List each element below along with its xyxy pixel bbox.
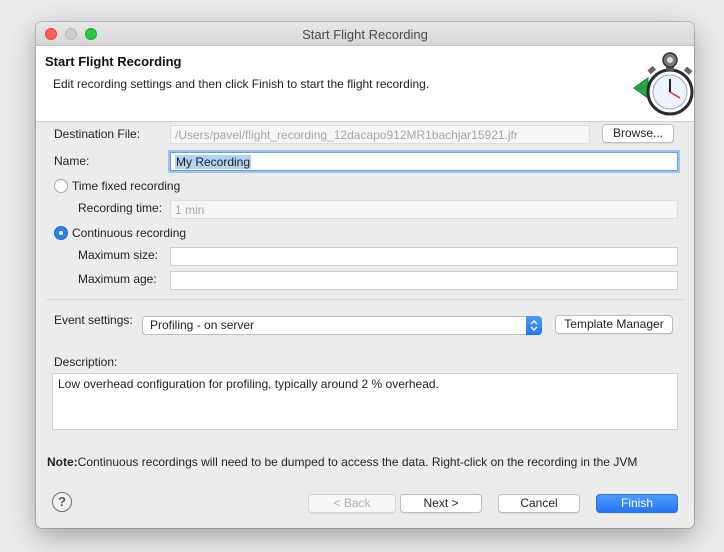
name-input[interactable]: My Recording — [170, 152, 678, 171]
stopwatch-recording-icon — [633, 52, 694, 116]
banner-title: Start Flight Recording — [45, 54, 182, 69]
continuous-recording-label[interactable]: Continuous recording — [72, 226, 186, 240]
maximum-size-input[interactable] — [170, 247, 678, 266]
title-bar: Start Flight Recording — [36, 22, 694, 46]
note-prefix: Note: — [47, 455, 78, 469]
note-text: Note:Continuous recordings will need to … — [47, 455, 637, 469]
recording-time-label: Recording time: — [78, 201, 163, 215]
note-message: Continuous recordings will need to be du… — [77, 455, 638, 469]
continuous-recording-radio[interactable] — [54, 226, 68, 240]
destination-file-label: Destination File: — [54, 127, 141, 141]
description-label: Description: — [54, 355, 118, 369]
time-fixed-recording-label[interactable]: Time fixed recording — [72, 179, 180, 193]
banner-description: Edit recording settings and then click F… — [53, 77, 430, 91]
cancel-button[interactable]: Cancel — [498, 494, 580, 513]
event-settings-label: Event settings: — [54, 313, 133, 327]
window-title: Start Flight Recording — [302, 27, 428, 42]
description-textarea[interactable]: Low overhead configuration for profiling… — [52, 373, 678, 430]
section-divider — [46, 299, 684, 300]
wizard-banner: Start Flight Recording Edit recording se… — [36, 46, 694, 122]
time-fixed-recording-radio[interactable] — [54, 179, 68, 193]
destination-file-field[interactable]: /Users/pavel/flight_recording_12dacapo91… — [170, 125, 590, 144]
finish-button[interactable]: Finish — [596, 494, 678, 513]
chevron-up-down-icon — [526, 316, 542, 335]
start-flight-recording-dialog: Start Flight Recording Start Flight Reco… — [36, 22, 694, 528]
event-settings-value: Profiling - on server — [150, 318, 255, 332]
template-manager-button[interactable]: Template Manager — [555, 315, 673, 334]
event-settings-select[interactable]: Profiling - on server — [142, 316, 542, 335]
maximum-age-input[interactable] — [170, 271, 678, 290]
name-input-value: My Recording — [175, 155, 252, 169]
name-label: Name: — [54, 154, 90, 168]
recording-time-input[interactable]: 1 min — [170, 200, 678, 219]
back-button[interactable]: < Back — [308, 494, 396, 513]
browse-button[interactable]: Browse... — [602, 124, 674, 143]
maximum-size-label: Maximum size: — [78, 248, 159, 262]
help-icon[interactable]: ? — [52, 492, 72, 512]
maximum-age-label: Maximum age: — [78, 272, 157, 286]
next-button[interactable]: Next > — [400, 494, 482, 513]
